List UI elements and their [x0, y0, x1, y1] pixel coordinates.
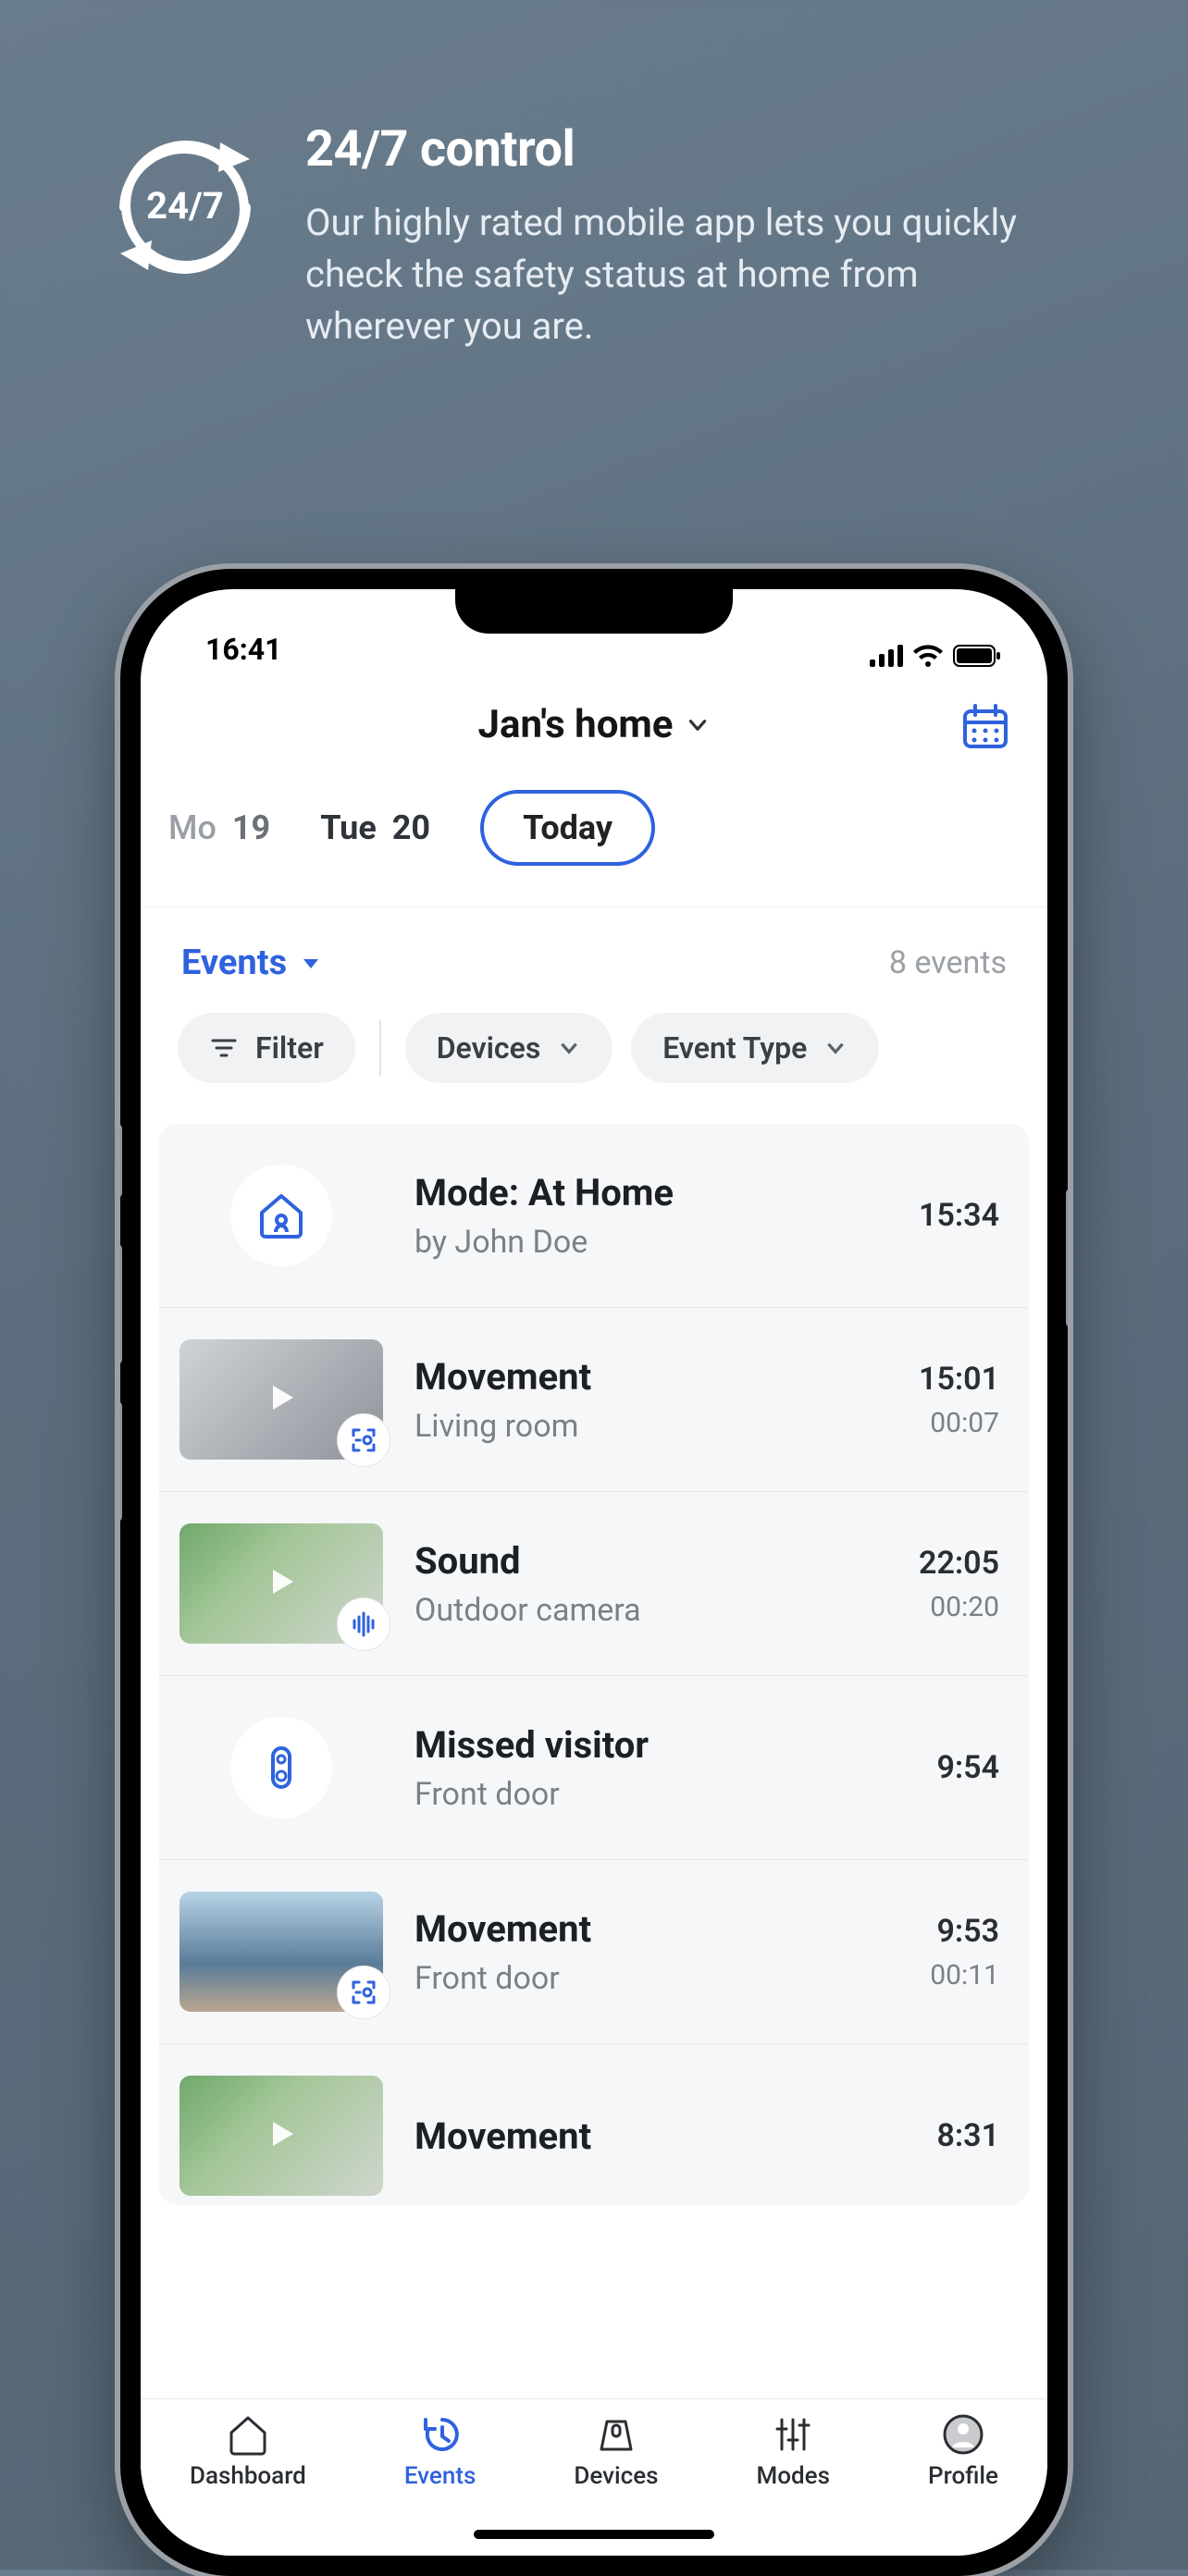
events-count: 8 events	[889, 944, 1007, 981]
chevron-down-icon	[557, 1036, 581, 1060]
events-dropdown[interactable]: Events	[181, 943, 322, 983]
chevron-down-icon	[686, 713, 710, 737]
status-time: 16:41	[205, 632, 281, 667]
play-icon	[266, 1382, 297, 1417]
event-icon-home	[179, 1155, 383, 1276]
device-icon	[594, 2412, 638, 2457]
event-row-movement-front[interactable]: Movement Front door 9:53 00:11	[159, 1860, 1029, 2044]
sound-badge-icon	[337, 1597, 390, 1651]
tab-events[interactable]: Events	[404, 2412, 476, 2490]
filter-icon	[209, 1033, 239, 1063]
promo-body: Our highly rated mobile app lets you qui…	[305, 197, 1046, 352]
promo-icon-label: 24/7	[146, 184, 224, 228]
filter-button[interactable]: Filter	[178, 1013, 355, 1083]
promo-247-icon: 24/7	[111, 120, 259, 296]
calendar-button[interactable]	[960, 702, 1010, 756]
home-selector[interactable]: Jan's home	[478, 702, 711, 747]
event-icon-doorbell	[179, 1707, 383, 1828]
promo-title: 24/7 control	[305, 120, 1046, 179]
event-thumbnail	[179, 1339, 383, 1460]
event-row-mode[interactable]: Mode: At Home by John Doe 15:34	[159, 1124, 1029, 1308]
event-thumbnail	[179, 2076, 383, 2196]
home-icon	[256, 1190, 306, 1240]
phone-frame: 16:41 Jan's home Mo 19 Tue	[120, 569, 1068, 2576]
date-strip: Mo 19 Tue 20 Today	[141, 747, 1047, 907]
chevron-down-icon	[823, 1036, 848, 1060]
calendar-icon	[960, 702, 1010, 752]
tab-dashboard[interactable]: Dashboard	[190, 2412, 306, 2490]
tab-modes[interactable]: Modes	[757, 2412, 830, 2490]
battery-icon	[953, 645, 1001, 667]
tab-devices[interactable]: Devices	[574, 2412, 658, 2490]
date-item-today[interactable]: Today	[480, 790, 655, 866]
sliders-icon	[771, 2412, 815, 2457]
motion-badge-icon	[337, 1413, 390, 1467]
event-thumbnail	[179, 1892, 383, 2012]
phone-screen: 16:41 Jan's home Mo 19 Tue	[141, 589, 1047, 2556]
events-list: Mode: At Home by John Doe 15:34 Movement	[159, 1124, 1029, 2205]
event-row-missed-visitor[interactable]: Missed visitor Front door 9:54	[159, 1676, 1029, 1860]
play-icon	[266, 1566, 297, 1601]
event-thumbnail	[179, 1523, 383, 1644]
event-row-movement-living[interactable]: Movement Living room 15:01 00:07	[159, 1308, 1029, 1492]
play-icon	[266, 2118, 297, 2153]
history-icon	[418, 2412, 463, 2457]
home-title: Jan's home	[478, 702, 674, 747]
promo-banner: 24/7 24/7 control Our highly rated mobil…	[111, 120, 1077, 352]
signal-icon	[870, 645, 903, 667]
home-icon	[226, 2412, 270, 2457]
motion-badge-icon	[337, 1966, 390, 2019]
event-type-filter[interactable]: Event Type	[631, 1013, 879, 1083]
wifi-icon	[912, 645, 944, 667]
devices-filter[interactable]: Devices	[405, 1013, 613, 1083]
profile-icon	[941, 2412, 985, 2457]
divider	[379, 1019, 381, 1077]
phone-notch	[455, 589, 733, 634]
event-row-movement-last[interactable]: Movement 8:31	[159, 2044, 1029, 2205]
event-row-sound-outdoor[interactable]: Sound Outdoor camera 22:05 00:20	[159, 1492, 1029, 1676]
date-item-tue[interactable]: Tue 20	[320, 808, 430, 847]
tab-profile[interactable]: Profile	[928, 2412, 998, 2490]
home-indicator	[474, 2530, 714, 2539]
tab-bar: Dashboard Events Devices Modes Profile	[141, 2398, 1047, 2556]
filter-row: Filter Devices Event Type	[141, 1013, 1047, 1124]
date-item-mon[interactable]: Mo 19	[168, 808, 270, 847]
doorbell-icon	[256, 1743, 306, 1793]
triangle-down-icon	[300, 952, 322, 974]
